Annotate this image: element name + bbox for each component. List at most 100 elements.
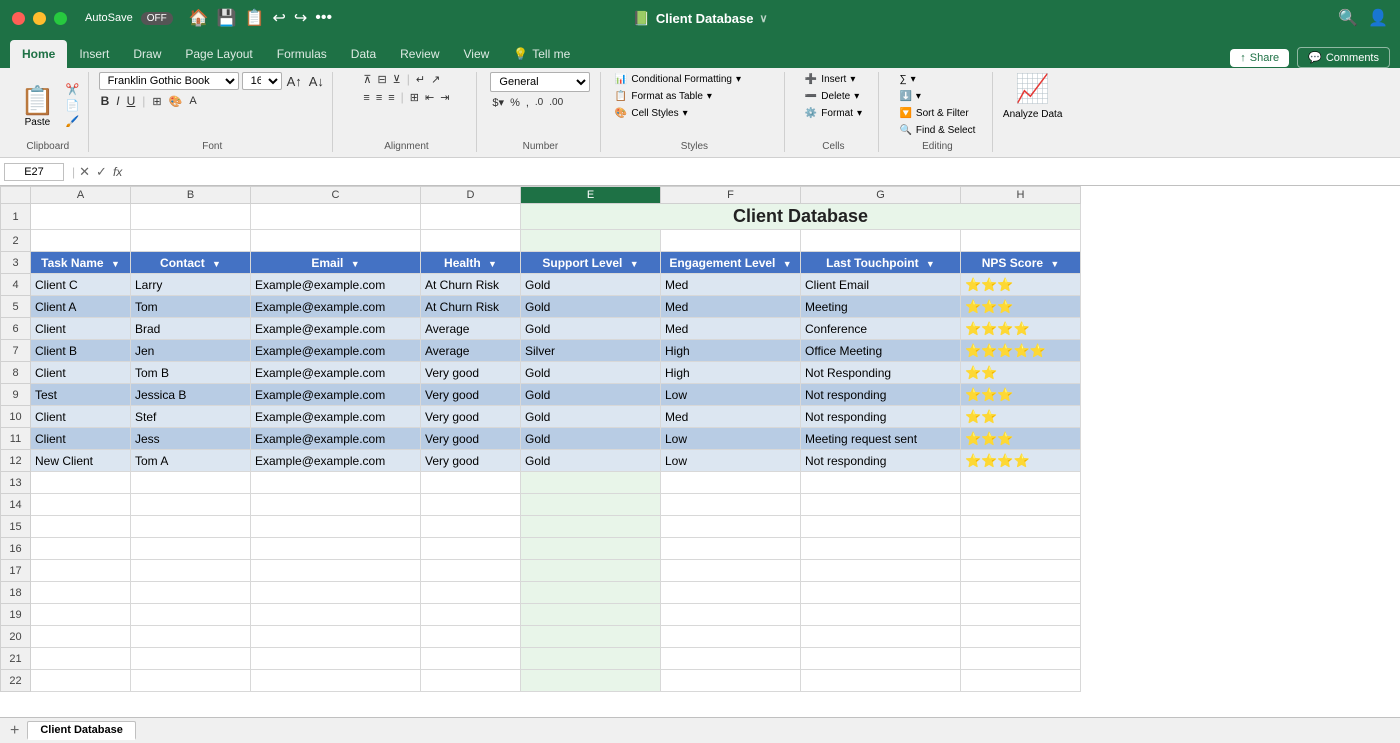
increase-decimal-button[interactable]: .00 (547, 96, 565, 109)
title-chevron[interactable]: ∨ (759, 12, 767, 25)
cell-email-row5[interactable]: Example@example.com (251, 296, 421, 318)
home-icon[interactable]: 🏠 (189, 8, 209, 28)
cell-engagement-row11[interactable]: Low (661, 428, 801, 450)
cell-nps-row6[interactable]: ⭐⭐⭐⭐ (961, 318, 1081, 340)
cell-health-row9[interactable]: Very good (421, 384, 521, 406)
cell-empty-r13-c1[interactable] (131, 472, 251, 494)
cell-styles-button[interactable]: 🎨 Cell Styles ▾ (611, 106, 778, 121)
cell-email-row10[interactable]: Example@example.com (251, 406, 421, 428)
col-header-g[interactable]: G (801, 187, 961, 204)
cell-b1[interactable] (131, 204, 251, 230)
cell-support-row5[interactable]: Gold (521, 296, 661, 318)
cell-empty-r22-c1[interactable] (131, 670, 251, 692)
insert-button[interactable]: ➕ Insert ▾ (797, 72, 870, 87)
formula-input[interactable] (128, 165, 1396, 179)
cell-health-row10[interactable]: Very good (421, 406, 521, 428)
tab-draw[interactable]: Draw (121, 40, 173, 68)
cell-nps-row5[interactable]: ⭐⭐⭐ (961, 296, 1081, 318)
tab-formulas[interactable]: Formulas (265, 40, 339, 68)
italic-button[interactable]: I (114, 93, 121, 109)
cell-contact-row11[interactable]: Jess (131, 428, 251, 450)
cell-nps-row10[interactable]: ⭐⭐ (961, 406, 1081, 428)
cell-email-row7[interactable]: Example@example.com (251, 340, 421, 362)
cell-empty-r16-c2[interactable] (251, 538, 421, 560)
col-header-h[interactable]: H (961, 187, 1081, 204)
cell-touchpoint-row4[interactable]: Client Email (801, 274, 961, 296)
cell-empty-r15-c1[interactable] (131, 516, 251, 538)
cell-e2[interactable] (521, 230, 661, 252)
cell-nps-row4[interactable]: ⭐⭐⭐ (961, 274, 1081, 296)
align-top-button[interactable]: ⊼ (361, 72, 373, 87)
cell-empty-r16-c3[interactable] (421, 538, 521, 560)
indent-button[interactable]: ⇤ (423, 90, 436, 105)
cell-support-row12[interactable]: Gold (521, 450, 661, 472)
cell-touchpoint-row12[interactable]: Not responding (801, 450, 961, 472)
tab-page-layout[interactable]: Page Layout (173, 40, 264, 68)
cell-touchpoint-row8[interactable]: Not Responding (801, 362, 961, 384)
sum-button[interactable]: ∑ ▾ (893, 72, 981, 87)
align-right-button[interactable]: ≡ (386, 90, 396, 105)
cell-engagement-row5[interactable]: Med (661, 296, 801, 318)
col-header-a[interactable]: A (31, 187, 131, 204)
profile-icon[interactable]: 👤 (1368, 8, 1388, 28)
cell-empty-r20-c6[interactable] (801, 626, 961, 648)
cell-empty-r17-c5[interactable] (661, 560, 801, 582)
cell-empty-r14-c3[interactable] (421, 494, 521, 516)
cell-empty-r13-c4[interactable] (521, 472, 661, 494)
cell-empty-r19-c1[interactable] (131, 604, 251, 626)
more-icon[interactable]: ••• (315, 9, 332, 27)
cell-empty-r15-c2[interactable] (251, 516, 421, 538)
tab-tell-me[interactable]: 💡Tell me (501, 40, 582, 68)
cell-task-name-row12[interactable]: New Client (31, 450, 131, 472)
cell-reference-input[interactable]: E27 (4, 163, 64, 181)
cell-nps-row7[interactable]: ⭐⭐⭐⭐⭐ (961, 340, 1081, 362)
cell-email-row9[interactable]: Example@example.com (251, 384, 421, 406)
cell-contact-row6[interactable]: Brad (131, 318, 251, 340)
save-icon[interactable]: 💾 (217, 8, 237, 28)
paste-button[interactable]: 📋 Paste (14, 82, 61, 130)
header-contact[interactable]: Contact ▼ (131, 252, 251, 274)
copy-button[interactable]: 📄 (64, 98, 82, 113)
cell-empty-r19-c5[interactable] (661, 604, 801, 626)
cell-task-name-row5[interactable]: Client A (31, 296, 131, 318)
cell-contact-row9[interactable]: Jessica B (131, 384, 251, 406)
cell-empty-r13-c5[interactable] (661, 472, 801, 494)
cell-empty-r21-c0[interactable] (31, 648, 131, 670)
cell-nps-row8[interactable]: ⭐⭐ (961, 362, 1081, 384)
undo-icon[interactable]: ↩ (272, 8, 285, 28)
cell-contact-row5[interactable]: Tom (131, 296, 251, 318)
cell-empty-r20-c0[interactable] (31, 626, 131, 648)
cell-empty-r21-c2[interactable] (251, 648, 421, 670)
cell-task-name-row11[interactable]: Client (31, 428, 131, 450)
cell-empty-r17-c0[interactable] (31, 560, 131, 582)
add-sheet-button[interactable]: + (4, 722, 25, 740)
cell-empty-r14-c7[interactable] (961, 494, 1081, 516)
header-nps[interactable]: NPS Score ▼ (961, 252, 1081, 274)
cell-contact-row12[interactable]: Tom A (131, 450, 251, 472)
traffic-light-close[interactable] (12, 12, 25, 25)
cell-empty-r22-c4[interactable] (521, 670, 661, 692)
cell-d1[interactable] (421, 204, 521, 230)
cell-empty-r21-c6[interactable] (801, 648, 961, 670)
cell-b2[interactable] (131, 230, 251, 252)
cell-contact-row4[interactable]: Larry (131, 274, 251, 296)
cell-empty-r15-c0[interactable] (31, 516, 131, 538)
cell-empty-r17-c7[interactable] (961, 560, 1081, 582)
cell-empty-r15-c7[interactable] (961, 516, 1081, 538)
cell-support-row6[interactable]: Gold (521, 318, 661, 340)
cell-health-row12[interactable]: Very good (421, 450, 521, 472)
search-icon[interactable]: 🔍 (1338, 8, 1358, 28)
cell-empty-r18-c4[interactable] (521, 582, 661, 604)
cell-task-name-row4[interactable]: Client C (31, 274, 131, 296)
dropdown-support-icon[interactable]: ▼ (630, 259, 639, 269)
traffic-light-minimize[interactable] (33, 12, 46, 25)
percent-button[interactable]: % (508, 96, 522, 110)
cell-empty-r13-c6[interactable] (801, 472, 961, 494)
cell-empty-r18-c6[interactable] (801, 582, 961, 604)
cell-health-row11[interactable]: Very good (421, 428, 521, 450)
cell-support-row8[interactable]: Gold (521, 362, 661, 384)
fill-button[interactable]: ⬇️ ▾ (893, 89, 981, 104)
cell-g2[interactable] (801, 230, 961, 252)
cell-empty-r13-c3[interactable] (421, 472, 521, 494)
cell-touchpoint-row9[interactable]: Not responding (801, 384, 961, 406)
